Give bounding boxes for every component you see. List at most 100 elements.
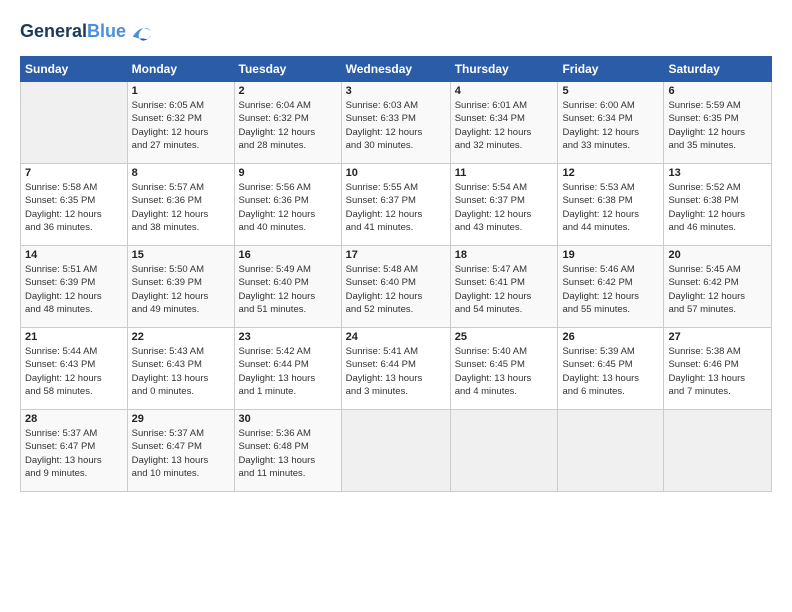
day-number: 26 [562,331,659,343]
calendar-cell [21,82,128,164]
day-info: Sunrise: 5:54 AM Sunset: 6:37 PM Dayligh… [455,181,554,234]
calendar-cell: 15 Sunrise: 5:50 AM Sunset: 6:39 PM Dayli… [127,246,234,328]
weekday-header: Sunday [21,57,128,82]
weekday-header: Wednesday [341,57,450,82]
day-number: 19 [562,249,659,261]
day-info: Sunrise: 5:41 AM Sunset: 6:44 PM Dayligh… [346,345,446,398]
calendar-cell: 23Sunrise: 5:42 AM Sunset: 6:44 PM Dayli… [234,328,341,410]
calendar-cell: 28 Sunrise: 5:37 AM Sunset: 6:47 PM Dayli… [21,410,128,492]
day-number: 30 [239,413,337,425]
day-number: 22 [132,331,230,343]
calendar-cell: 10 Sunrise: 5:55 AM Sunset: 6:37 PM Dayli… [341,164,450,246]
day-info: Sunrise: 5:37 AM Sunset: 6:47 PM Dayligh… [132,427,230,480]
day-info: Sunrise: 6:04 AM Sunset: 6:32 PM Dayligh… [239,99,337,152]
day-number: 14 [25,249,123,261]
weekday-header: Monday [127,57,234,82]
logo: GeneralBlue [20,18,156,46]
day-number: 5 [562,85,659,97]
day-number: 18 [455,249,554,261]
weekday-header: Tuesday [234,57,341,82]
calendar-cell: 22 Sunrise: 5:43 AM Sunset: 6:43 PM Dayli… [127,328,234,410]
calendar-cell: 26 Sunrise: 5:39 AM Sunset: 6:45 PM Dayli… [558,328,664,410]
day-info: Sunrise: 5:55 AM Sunset: 6:37 PM Dayligh… [346,181,446,234]
day-number: 3 [346,85,446,97]
day-info: Sunrise: 5:42 AM Sunset: 6:44 PM Dayligh… [239,345,337,398]
calendar-week-row: 28 Sunrise: 5:37 AM Sunset: 6:47 PM Dayli… [21,410,772,492]
day-number: 25 [455,331,554,343]
calendar-cell: 9 Sunrise: 5:56 AM Sunset: 6:36 PM Daylig… [234,164,341,246]
day-number: 2 [239,85,337,97]
day-number: 15 [132,249,230,261]
calendar-week-row: 14 Sunrise: 5:51 AM Sunset: 6:39 PM Dayli… [21,246,772,328]
day-info: Sunrise: 5:40 AM Sunset: 6:45 PM Dayligh… [455,345,554,398]
calendar-cell: 18 Sunrise: 5:47 AM Sunset: 6:41 PM Dayli… [450,246,558,328]
day-info: Sunrise: 6:01 AM Sunset: 6:34 PM Dayligh… [455,99,554,152]
calendar-cell: 2 Sunrise: 6:04 AM Sunset: 6:32 PM Daylig… [234,82,341,164]
calendar-table: SundayMondayTuesdayWednesdayThursdayFrid… [20,56,772,492]
logo-icon [128,18,156,46]
calendar-cell: 25 Sunrise: 5:40 AM Sunset: 6:45 PM Dayli… [450,328,558,410]
day-info: Sunrise: 6:05 AM Sunset: 6:32 PM Dayligh… [132,99,230,152]
calendar-cell: 17Sunrise: 5:48 AM Sunset: 6:40 PM Dayli… [341,246,450,328]
calendar-cell: 21 Sunrise: 5:44 AM Sunset: 6:43 PM Dayli… [21,328,128,410]
day-number: 27 [668,331,767,343]
day-number: 16 [239,249,337,261]
day-info: Sunrise: 5:52 AM Sunset: 6:38 PM Dayligh… [668,181,767,234]
day-number: 28 [25,413,123,425]
day-info: Sunrise: 5:51 AM Sunset: 6:39 PM Dayligh… [25,263,123,316]
weekday-header: Friday [558,57,664,82]
day-info: Sunrise: 6:03 AM Sunset: 6:33 PM Dayligh… [346,99,446,152]
calendar-cell: 20Sunrise: 5:45 AM Sunset: 6:42 PM Dayli… [664,246,772,328]
logo-text: GeneralBlue [20,22,126,42]
day-number: 8 [132,167,230,179]
day-info: Sunrise: 5:50 AM Sunset: 6:39 PM Dayligh… [132,263,230,316]
calendar-cell: 11 Sunrise: 5:54 AM Sunset: 6:37 PM Dayli… [450,164,558,246]
calendar-cell: 8 Sunrise: 5:57 AM Sunset: 6:36 PM Daylig… [127,164,234,246]
day-number: 7 [25,167,123,179]
calendar-cell: 14 Sunrise: 5:51 AM Sunset: 6:39 PM Dayli… [21,246,128,328]
day-info: Sunrise: 5:57 AM Sunset: 6:36 PM Dayligh… [132,181,230,234]
day-info: Sunrise: 5:37 AM Sunset: 6:47 PM Dayligh… [25,427,123,480]
day-number: 6 [668,85,767,97]
day-info: Sunrise: 5:59 AM Sunset: 6:35 PM Dayligh… [668,99,767,152]
day-info: Sunrise: 5:56 AM Sunset: 6:36 PM Dayligh… [239,181,337,234]
day-info: Sunrise: 5:43 AM Sunset: 6:43 PM Dayligh… [132,345,230,398]
day-info: Sunrise: 5:53 AM Sunset: 6:38 PM Dayligh… [562,181,659,234]
day-number: 13 [668,167,767,179]
day-number: 4 [455,85,554,97]
calendar-cell: 30 Sunrise: 5:36 AM Sunset: 6:48 PM Dayli… [234,410,341,492]
calendar-cell [664,410,772,492]
day-number: 10 [346,167,446,179]
calendar-cell: 19 Sunrise: 5:46 AM Sunset: 6:42 PM Dayli… [558,246,664,328]
day-info: Sunrise: 5:39 AM Sunset: 6:45 PM Dayligh… [562,345,659,398]
day-info: Sunrise: 5:46 AM Sunset: 6:42 PM Dayligh… [562,263,659,316]
calendar-cell: 13 Sunrise: 5:52 AM Sunset: 6:38 PM Dayli… [664,164,772,246]
calendar-week-row: 1 Sunrise: 6:05 AM Sunset: 6:32 PM Daylig… [21,82,772,164]
day-info: Sunrise: 5:45 AM Sunset: 6:42 PM Dayligh… [668,263,767,316]
calendar-cell [341,410,450,492]
calendar-cell: 6 Sunrise: 5:59 AM Sunset: 6:35 PM Daylig… [664,82,772,164]
day-info: Sunrise: 5:36 AM Sunset: 6:48 PM Dayligh… [239,427,337,480]
day-info: Sunrise: 5:38 AM Sunset: 6:46 PM Dayligh… [668,345,767,398]
day-info: Sunrise: 5:47 AM Sunset: 6:41 PM Dayligh… [455,263,554,316]
day-number: 11 [455,167,554,179]
day-number: 9 [239,167,337,179]
day-number: 21 [25,331,123,343]
calendar-week-row: 7 Sunrise: 5:58 AM Sunset: 6:35 PM Daylig… [21,164,772,246]
calendar-cell [558,410,664,492]
day-info: Sunrise: 5:49 AM Sunset: 6:40 PM Dayligh… [239,263,337,316]
day-number: 1 [132,85,230,97]
day-number: 12 [562,167,659,179]
weekday-header: Saturday [664,57,772,82]
day-info: Sunrise: 5:58 AM Sunset: 6:35 PM Dayligh… [25,181,123,234]
calendar-cell: 29Sunrise: 5:37 AM Sunset: 6:47 PM Dayli… [127,410,234,492]
calendar-cell: 5Sunrise: 6:00 AM Sunset: 6:34 PM Daylig… [558,82,664,164]
calendar-cell: 12 Sunrise: 5:53 AM Sunset: 6:38 PM Dayli… [558,164,664,246]
page-header: GeneralBlue [20,18,772,46]
calendar-cell: 7 Sunrise: 5:58 AM Sunset: 6:35 PM Daylig… [21,164,128,246]
day-info: Sunrise: 5:44 AM Sunset: 6:43 PM Dayligh… [25,345,123,398]
calendar-week-row: 21 Sunrise: 5:44 AM Sunset: 6:43 PM Dayli… [21,328,772,410]
calendar-cell: 1 Sunrise: 6:05 AM Sunset: 6:32 PM Daylig… [127,82,234,164]
calendar-cell: 16 Sunrise: 5:49 AM Sunset: 6:40 PM Dayli… [234,246,341,328]
calendar-header-row: SundayMondayTuesdayWednesdayThursdayFrid… [21,57,772,82]
